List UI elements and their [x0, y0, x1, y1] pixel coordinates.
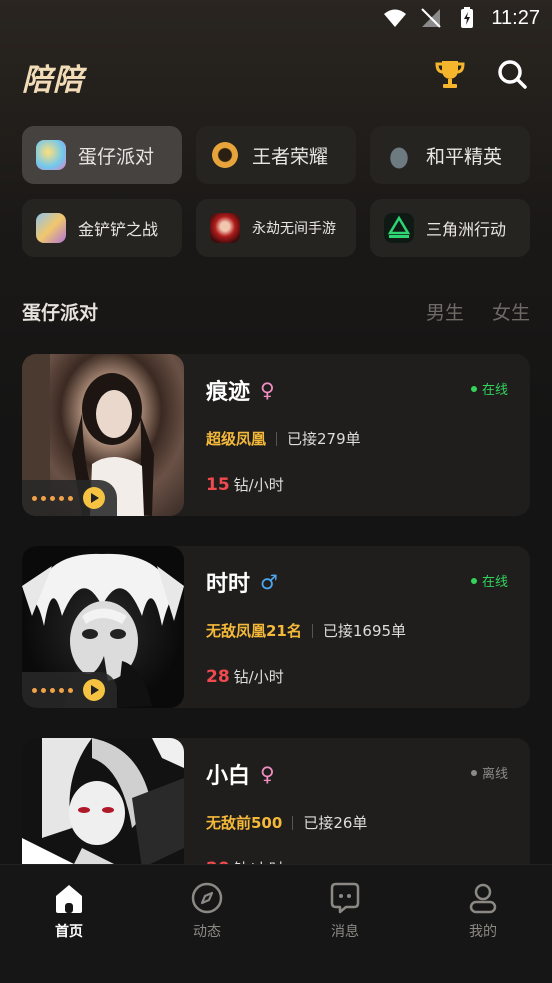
profile-icon	[469, 883, 497, 914]
status-dot	[470, 385, 477, 392]
section-header: 蛋仔派对 男生 女生	[22, 296, 530, 326]
golden-spatula-icon	[36, 213, 66, 243]
player-rank: 无敌凤凰21名	[206, 622, 302, 640]
status-text: 在线	[481, 575, 508, 590]
game-chip-peace-elite[interactable]: 和平精英	[370, 126, 530, 184]
delta-force-icon	[384, 213, 414, 243]
peace-elite-icon	[384, 140, 414, 170]
player-price: 28 钻/小时	[206, 666, 284, 687]
app-logo: 陪陪	[22, 63, 84, 98]
game-chip-honor-of-kings[interactable]: 王者荣耀	[196, 126, 356, 184]
player-name-row: 痕迹 ♀	[206, 374, 275, 406]
female-icon: ♀	[260, 378, 275, 402]
status-text: 离线	[481, 767, 508, 782]
nav-profile[interactable]: 我的	[414, 865, 552, 983]
male-icon: ♂	[260, 570, 278, 594]
price-value: 28	[206, 667, 230, 687]
female-icon: ♀	[260, 762, 275, 786]
status-dot	[470, 769, 477, 776]
nav-label: 我的	[469, 924, 497, 940]
nav-moments[interactable]: 动态	[138, 865, 276, 983]
status-dot	[470, 577, 477, 584]
bottom-nav: 首页 动态 消息 我的	[0, 864, 552, 983]
leaderboard-button[interactable]	[432, 56, 468, 92]
game-category-grid: 蛋仔派对 王者荣耀 和平精英 金铲铲之战 永劫无间手游 三角洲行动	[22, 126, 530, 272]
player-name: 小白	[206, 764, 251, 789]
player-name-row: 小白 ♀	[206, 758, 275, 790]
player-name: 时时	[206, 572, 251, 597]
player-card[interactable]: 时时 ♂ 在线 无敌凤凰21名 已接1695单 28 钻/小时	[22, 546, 530, 708]
divider	[292, 815, 294, 830]
status-bar: 11:27	[0, 0, 552, 40]
price-unit: 钻/小时	[233, 668, 284, 686]
game-chip-label: 金铲铲之战	[78, 220, 159, 239]
play-icon	[83, 487, 105, 509]
player-meta: 无敌前500 已接26单	[206, 812, 367, 833]
eggy-party-icon	[36, 140, 66, 170]
player-rank: 超级凤凰	[206, 430, 267, 448]
game-chip-label: 和平精英	[426, 145, 503, 168]
nav-messages[interactable]: 消息	[276, 865, 414, 983]
compass-icon	[191, 882, 223, 914]
player-orders: 已接26单	[303, 814, 368, 832]
player-name: 痕迹	[206, 380, 251, 405]
battery-icon	[461, 7, 474, 28]
offline-status: 离线	[470, 763, 508, 782]
player-orders: 已接279单	[287, 430, 361, 448]
divider	[276, 431, 278, 446]
wifi-icon	[384, 9, 407, 27]
status-text: 在线	[481, 383, 508, 398]
voice-intro-button[interactable]	[22, 480, 117, 516]
game-chip-golden-spatula[interactable]: 金铲铲之战	[22, 199, 182, 257]
player-avatar[interactable]	[22, 354, 184, 516]
search-button[interactable]	[494, 56, 530, 92]
nav-label: 动态	[193, 924, 221, 940]
no-signal-icon	[421, 8, 442, 28]
play-icon	[83, 679, 105, 701]
player-meta: 无敌凤凰21名 已接1695单	[206, 620, 406, 641]
nav-home[interactable]: 首页	[0, 865, 138, 983]
online-status: 在线	[470, 379, 508, 398]
search-icon	[498, 60, 527, 89]
tab-female[interactable]: 女生	[492, 298, 530, 325]
player-rank: 无敌前500	[206, 814, 283, 832]
game-chip-label: 永劫无间手游	[252, 221, 336, 237]
tab-male[interactable]: 男生	[426, 298, 464, 325]
player-list: 痕迹 ♀ 在线 超级凤凰 已接279单 15 钻/小时 时时 ♂ 在线 无敌凤凰…	[22, 354, 530, 930]
nav-label: 首页	[55, 924, 83, 940]
player-card[interactable]: 痕迹 ♀ 在线 超级凤凰 已接279单 15 钻/小时	[22, 354, 530, 516]
player-meta: 超级凤凰 已接279单	[206, 428, 361, 449]
nav-label: 消息	[331, 924, 359, 940]
naraka-icon	[210, 213, 240, 243]
price-value: 15	[206, 475, 230, 495]
honor-of-kings-icon	[210, 140, 240, 170]
voice-intro-button[interactable]	[22, 672, 117, 708]
message-icon	[330, 882, 360, 914]
game-chip-label: 三角洲行动	[426, 220, 507, 239]
status-time: 11:27	[491, 6, 540, 29]
divider	[311, 623, 313, 638]
player-price: 15 钻/小时	[206, 474, 284, 495]
section-title: 蛋仔派对	[22, 302, 99, 324]
price-unit: 钻/小时	[233, 476, 284, 494]
player-avatar[interactable]	[22, 546, 184, 708]
player-orders: 已接1695单	[322, 622, 407, 640]
online-status: 在线	[470, 571, 508, 590]
gender-filter-tabs: 男生 女生	[426, 298, 530, 325]
game-chip-label: 蛋仔派对	[78, 145, 155, 168]
game-chip-naraka[interactable]: 永劫无间手游	[196, 199, 356, 257]
app-screen: 11:27 陪陪 蛋仔派对 王者荣耀 和平精英 金铲铲之战 永劫无间手游 三角洲…	[0, 0, 552, 983]
home-icon	[56, 885, 82, 913]
game-chip-delta-force[interactable]: 三角洲行动	[370, 199, 530, 257]
trophy-icon	[435, 61, 465, 88]
player-name-row: 时时 ♂	[206, 566, 278, 598]
app-header: 陪陪	[22, 50, 530, 100]
game-chip-label: 王者荣耀	[252, 145, 329, 168]
game-chip-eggy-party[interactable]: 蛋仔派对	[22, 126, 182, 184]
